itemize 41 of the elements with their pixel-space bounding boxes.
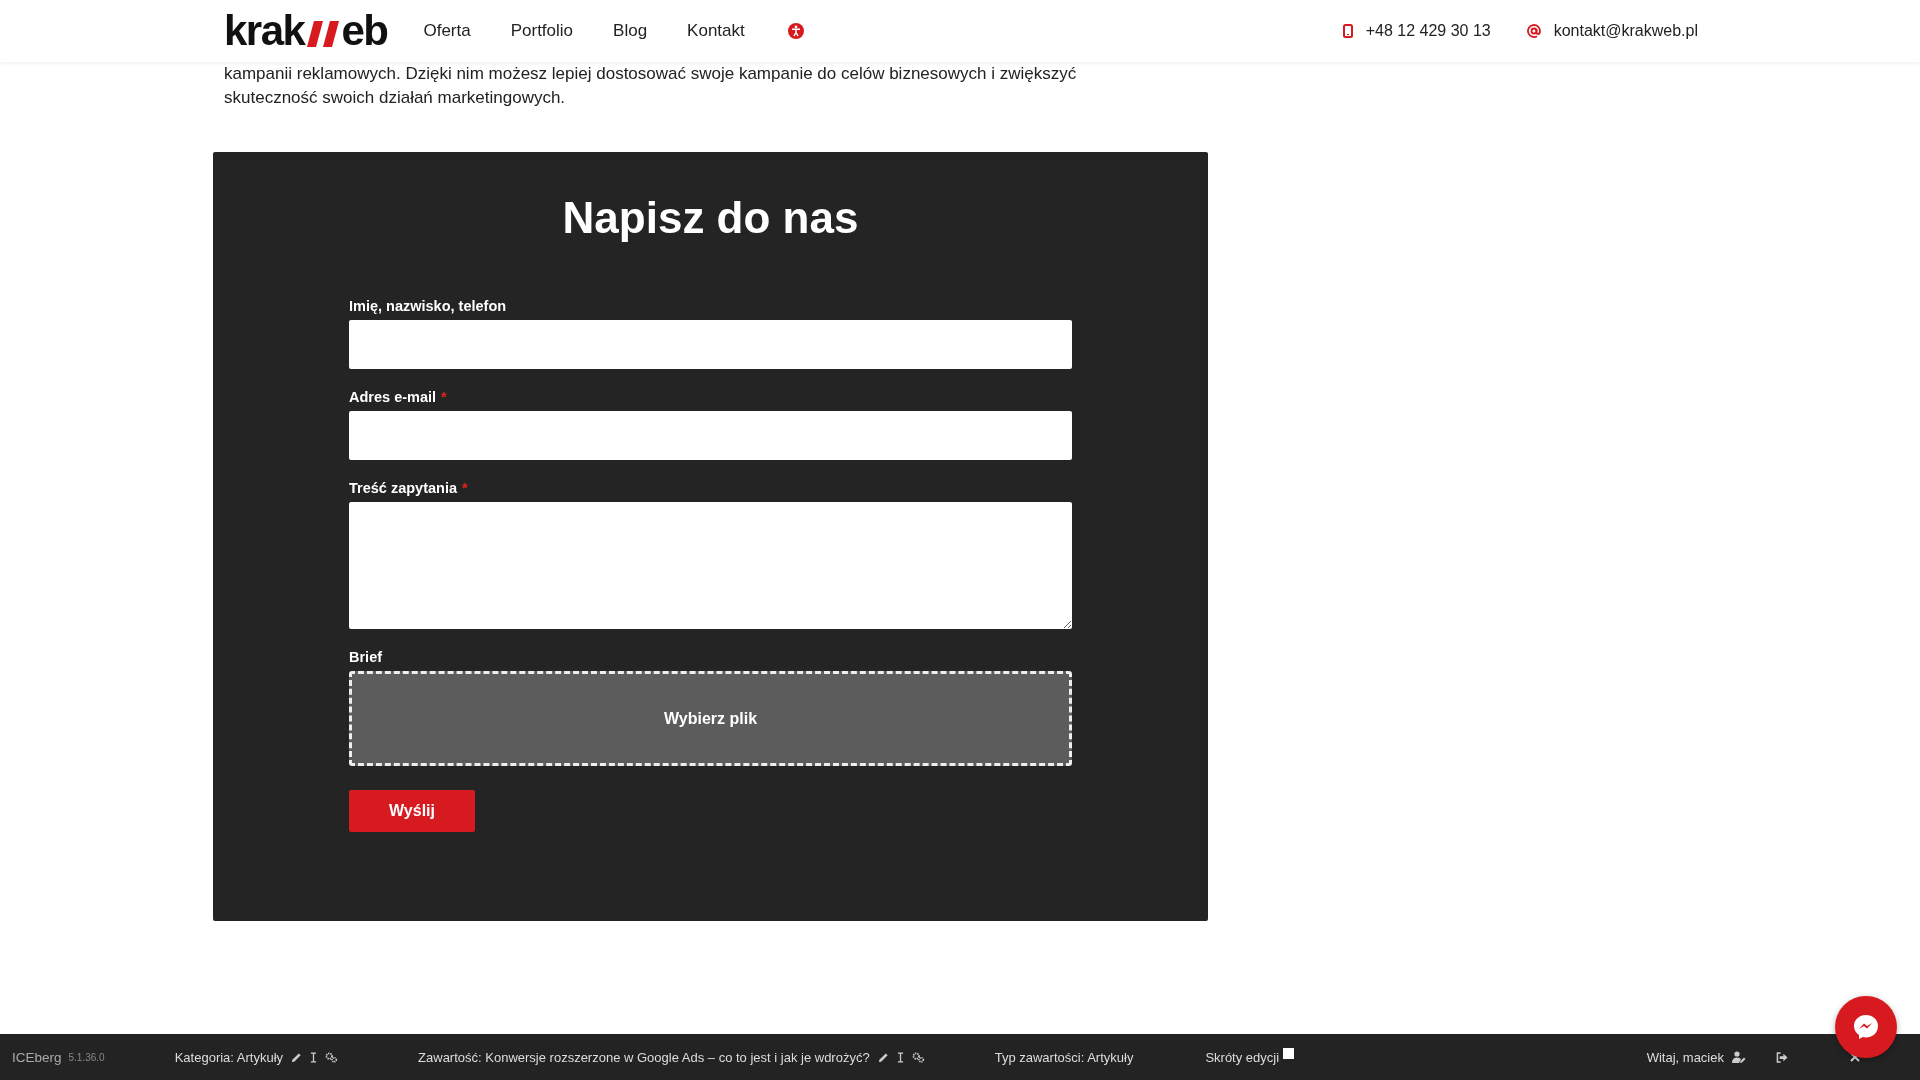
pencil-icon[interactable] — [291, 1051, 303, 1063]
nav-link[interactable]: Blog — [613, 21, 648, 41]
version-label: 5.1.36.0 — [68, 1051, 105, 1063]
at-sign-icon — [1526, 24, 1541, 38]
logo[interactable]: krak eb — [224, 10, 388, 52]
submit-button[interactable]: Wyślij — [349, 790, 475, 832]
accessibility-icon[interactable] — [787, 23, 804, 39]
email-link[interactable]: kontakt@krakweb.pl — [1553, 22, 1698, 40]
shortcuts-checkbox[interactable] — [1283, 1047, 1295, 1059]
input-field[interactable] — [349, 411, 1072, 460]
field-label: Treść zapytania — [349, 480, 457, 496]
required-mark: * — [441, 389, 447, 405]
nav-link[interactable]: Portfolio — [510, 21, 574, 41]
text-cursor-icon[interactable] — [310, 1051, 318, 1063]
message-field[interactable] — [349, 502, 1072, 629]
messenger-icon[interactable] — [1835, 996, 1897, 1058]
field-label: Imię, nazwisko, telefon — [349, 298, 507, 314]
user-edit-icon[interactable] — [1732, 1051, 1746, 1063]
nav-link[interactable]: Oferta — [423, 21, 471, 41]
content-label: Zawartość: Konwersje rozszerzone w Google Ads – co to jest i jak je wdrożyć? — [418, 1049, 870, 1065]
close-icon[interactable] — [1850, 1052, 1860, 1062]
text-cursor-icon[interactable] — [896, 1051, 904, 1063]
category-label: Kategoria: Artykuły — [174, 1049, 284, 1065]
content-type-label: Typ zawartości: Artykuły — [994, 1049, 1134, 1065]
pencil-icon[interactable] — [877, 1051, 889, 1063]
brand-name: ICEberg — [12, 1049, 62, 1065]
form-title: Napisz do nas — [561, 192, 860, 244]
field-label: Adres e-mail — [349, 389, 437, 405]
phone-link[interactable]: +48 12 429 30 13 — [1365, 22, 1491, 40]
shortcuts-label: Skróty edycji — [1205, 1049, 1280, 1065]
required-mark: * — [462, 480, 468, 496]
phone-icon — [1342, 24, 1353, 38]
intro-paragraph: kampanii reklamowych. Dzięki nim możesz lepiej dostosować swoje kampanie do celów biznesowych i zwiększyć skuteczność swoich działań marketingowych. — [224, 63, 1078, 109]
greeting-label: Witaj, maciek — [1646, 1049, 1724, 1065]
gears-icon[interactable] — [325, 1051, 339, 1063]
input-field[interactable] — [349, 320, 1072, 369]
field-label: Brief — [349, 649, 383, 665]
gears-icon[interactable] — [911, 1051, 925, 1063]
nav-link[interactable]: Kontakt — [687, 21, 745, 41]
file-drop-button[interactable]: Wybierz plik — [349, 671, 1072, 766]
logout-icon[interactable] — [1776, 1051, 1788, 1063]
